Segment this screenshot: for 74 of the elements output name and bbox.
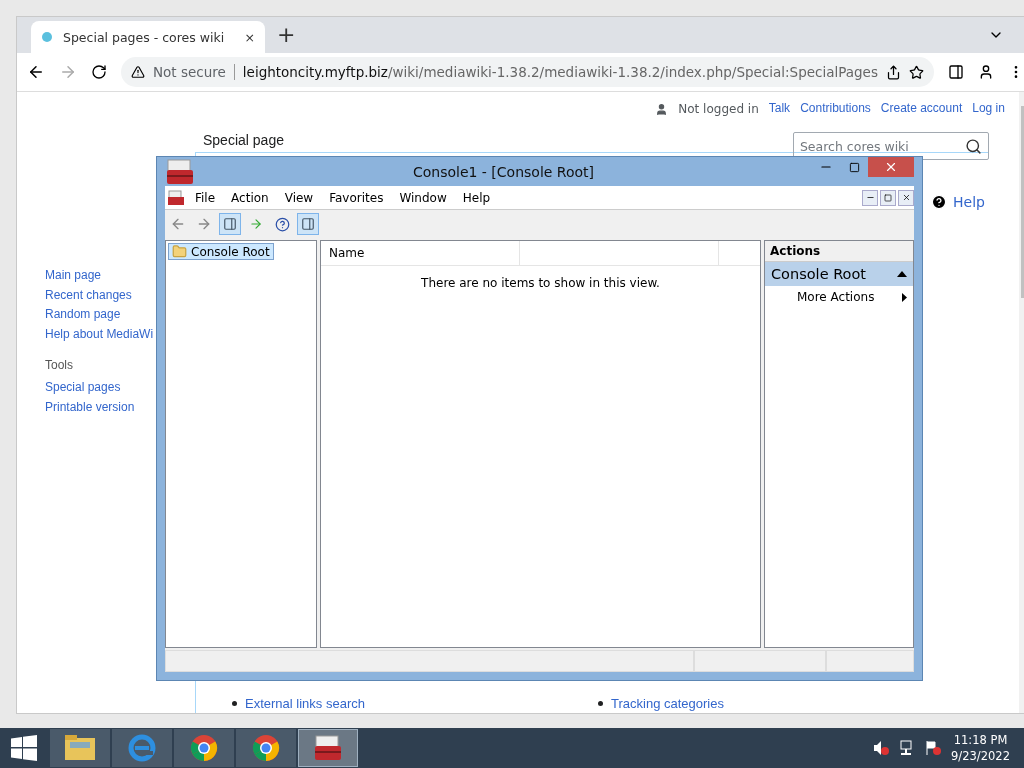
chrome-icon: [190, 734, 218, 762]
flag-icon[interactable]: [925, 740, 942, 756]
menu-item[interactable]: View: [276, 190, 322, 205]
console-tree-toggle-icon[interactable]: [219, 213, 241, 235]
special-page-link[interactable]: Tracking categories: [611, 696, 724, 711]
personal-link[interactable]: Log in: [972, 99, 1005, 119]
user-icon: [655, 102, 669, 116]
share-icon[interactable]: [885, 64, 901, 80]
toolbox-icon: [313, 734, 343, 762]
restore-icon: [884, 193, 892, 202]
browser-e-icon: [127, 733, 157, 763]
back-icon[interactable]: [27, 63, 45, 81]
actions-section[interactable]: Console Root: [765, 262, 913, 286]
side-panel-icon[interactable]: [947, 64, 964, 80]
tools-link[interactable]: Printable version: [45, 397, 135, 417]
menu-item[interactable]: Favorites: [321, 190, 392, 205]
menu-item[interactable]: Window: [391, 190, 455, 205]
special-page-link[interactable]: External links search: [245, 696, 365, 711]
nav-link[interactable]: Main page: [45, 266, 102, 286]
warning-icon: [131, 65, 145, 79]
tools-link[interactable]: Special pages: [45, 378, 121, 398]
clock[interactable]: 11:18 PM 9/23/2022: [951, 732, 1010, 764]
child-minimize-button[interactable]: [862, 189, 878, 206]
window-title: Console1 - [Console Root]: [411, 163, 596, 180]
tools-heading: Tools: [45, 358, 73, 372]
new-tab-button[interactable]: +: [277, 21, 296, 49]
taskbar-app-button[interactable]: [298, 729, 358, 767]
site-icon: [41, 31, 53, 43]
collapse-icon: [897, 271, 907, 277]
page-tab[interactable]: Special page: [203, 132, 284, 148]
child-close-button[interactable]: [898, 189, 914, 206]
action-pane-toggle-icon[interactable]: [297, 213, 319, 235]
tab-close-button[interactable]: ×: [244, 29, 255, 45]
folder-icon: [64, 734, 96, 762]
help-link[interactable]: Help: [931, 194, 985, 210]
muted-speaker-icon[interactable]: [873, 740, 890, 756]
action-item[interactable]: More Actions: [765, 286, 913, 304]
toolbox-icon: [165, 157, 195, 186]
reload-icon[interactable]: [91, 64, 107, 80]
nav-link[interactable]: Random page: [45, 305, 121, 325]
address-bar[interactable]: Not secure leightoncity.myftp.biz/wiki/mediawiki-1.38.2/mediawiki-1.38.2/index.php/Special:SpecialPages: [121, 57, 934, 87]
maximize-icon: [848, 161, 860, 173]
nav-link[interactable]: Recent changes: [45, 285, 132, 305]
submenu-arrow-icon: [902, 292, 907, 302]
bullet-icon: [232, 701, 237, 706]
actions-heading: Actions: [765, 241, 913, 262]
tab-title: Special pages - cores wiki: [63, 29, 226, 45]
personal-link[interactable]: Contributions: [800, 99, 871, 119]
column-header[interactable]: Name: [321, 241, 520, 265]
bookmark-star-icon[interactable]: [908, 64, 924, 80]
toolbox-icon: [167, 189, 185, 206]
help-icon: [931, 194, 947, 210]
menu-item[interactable]: Help: [454, 190, 499, 205]
windows-logo-icon: [11, 735, 37, 761]
chrome-icon: [252, 734, 280, 762]
login-status: Not logged in: [678, 102, 759, 116]
bullet-icon: [598, 701, 603, 706]
personal-link[interactable]: Talk: [768, 99, 791, 119]
menu-item[interactable]: Action: [223, 190, 277, 205]
taskbar-app-button[interactable]: [174, 729, 234, 767]
folder-icon: [172, 244, 187, 259]
empty-message: There are no items to show in this view.: [420, 276, 661, 290]
browser-tab[interactable]: Special pages - cores wiki ×: [31, 21, 265, 53]
search-icon[interactable]: [964, 137, 982, 155]
close-icon: [884, 160, 898, 174]
url-text: leightoncity.myftp.biz/wiki/mediawiki-1.38.2/mediawiki-1.38.2/index.php/Special:SpecialPages: [242, 64, 878, 80]
taskbar-app-button[interactable]: [50, 729, 110, 767]
tree-item[interactable]: Console Root: [168, 243, 274, 260]
security-label: Not secure: [153, 64, 235, 80]
close-icon: [901, 193, 911, 202]
nav-link[interactable]: Help about MediaWi: [45, 324, 154, 344]
taskbar-app-button[interactable]: [236, 729, 296, 767]
menu-item[interactable]: File: [187, 190, 224, 205]
personal-link[interactable]: Create account: [880, 99, 963, 119]
